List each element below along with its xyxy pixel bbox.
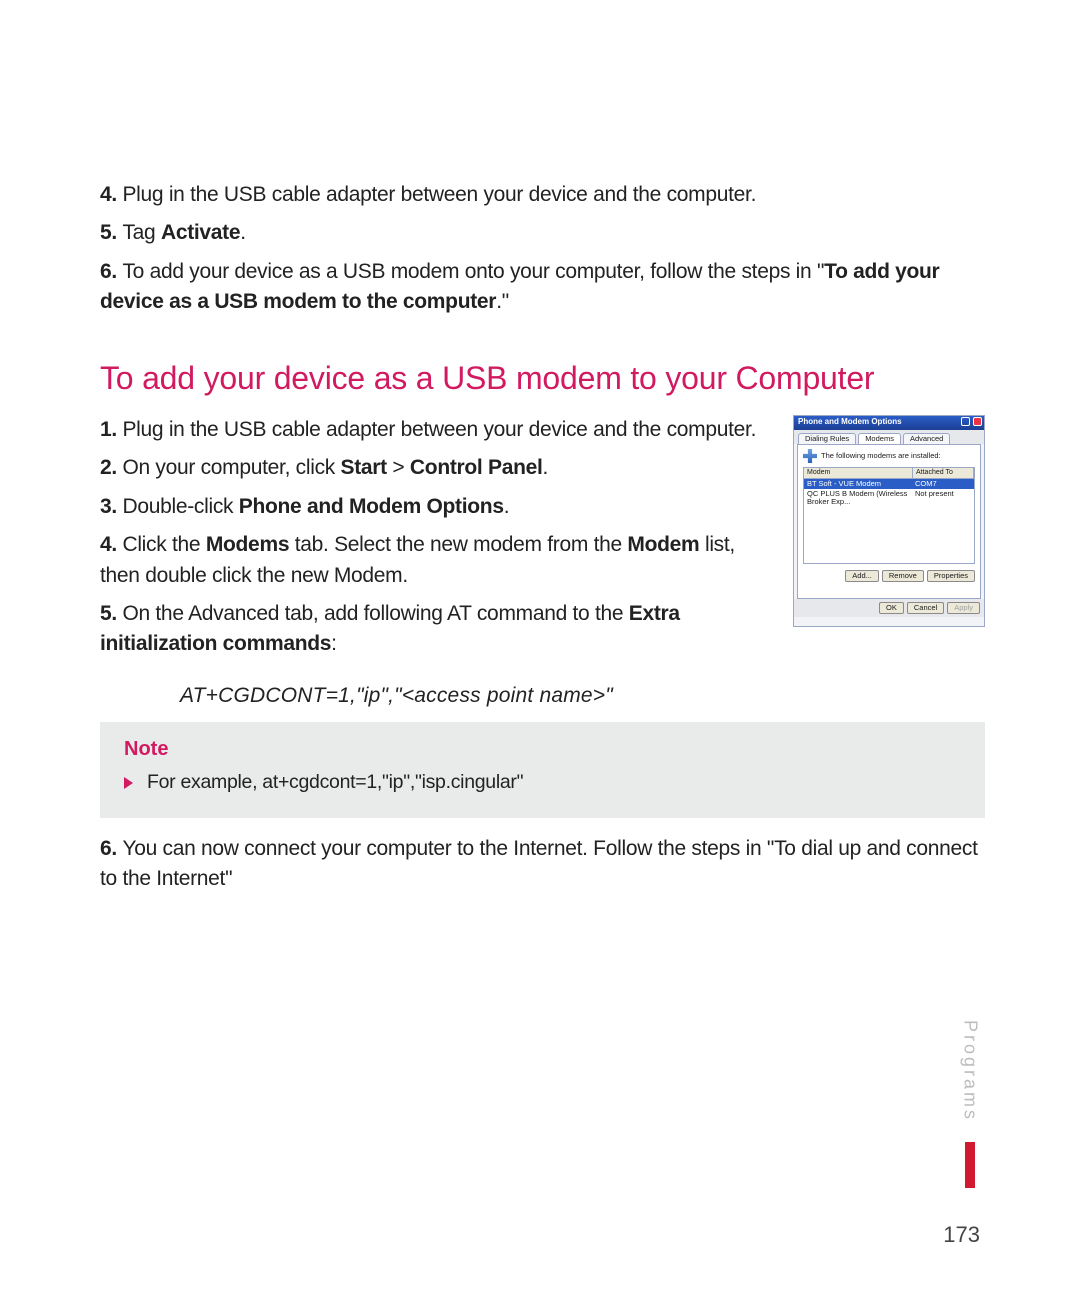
body-text: Tag [122, 221, 161, 244]
body-text: . [543, 456, 549, 479]
note-line: For example, at+cgdcont=1,"ip","isp.cing… [124, 771, 961, 794]
bold-text: Control Panel [410, 456, 543, 479]
item-number: 3. [100, 495, 122, 518]
modem-options-dialog-illustration: Phone and Modem Options Dialing Rules Mo… [793, 415, 985, 627]
item-number: 4. [100, 183, 122, 206]
remove-button: Remove [882, 570, 924, 582]
tab-modems: Modems [858, 433, 901, 444]
close-icon [973, 417, 982, 426]
body-text: On your computer, click [122, 456, 340, 479]
cell: Not present [912, 489, 974, 508]
tab-advanced: Advanced [903, 433, 950, 444]
body-text: : [331, 632, 337, 655]
list-item: 1. Plug in the USB cable adapter between… [100, 415, 773, 445]
properties-button: Properties [927, 570, 975, 582]
item-number: 1. [100, 418, 122, 441]
apply-button: Apply [947, 602, 980, 614]
dialog-title-text: Phone and Modem Options [798, 418, 902, 427]
cancel-button: Cancel [907, 602, 944, 614]
at-command-example: AT+CGDCONT=1,"ip","<access point name>" [180, 684, 985, 708]
item-number: 5. [100, 602, 122, 625]
footer-side: Programs [955, 1020, 985, 1188]
note-text: For example, at+cgdcont=1,"ip","isp.cing… [147, 771, 523, 793]
dialog-body: The following modems are installed: Mode… [797, 444, 981, 599]
list-item: 4. Click the Modems tab. Select the new … [100, 530, 773, 591]
dialog-tabs: Dialing Rules Modems Advanced [794, 430, 984, 444]
body-text: . [240, 221, 246, 244]
bold-text: Modem [627, 533, 699, 556]
steps-list: 1. Plug in the USB cable adapter between… [100, 415, 773, 668]
bold-text: Start [341, 456, 387, 479]
modem-row-selected: BT Soft - VUE Modem COM7 [804, 479, 974, 489]
bold-text: Activate [161, 221, 240, 244]
body-text: tab. Select the new modem from the [289, 533, 627, 556]
section-side-label: Programs [960, 1020, 981, 1122]
dialog-titlebar: Phone and Modem Options [794, 416, 984, 430]
list-item: 5. Tag Activate. [100, 218, 985, 248]
bold-text: Phone and Modem Options [239, 495, 504, 518]
cell: BT Soft - VUE Modem [804, 479, 912, 489]
after-note-step: 6. You can now connect your computer to … [100, 834, 985, 895]
add-button: Add... [845, 570, 879, 582]
page-number: 173 [943, 1222, 980, 1248]
list-item: 6. To add your device as a USB modem ont… [100, 257, 985, 318]
cell: COM7 [912, 479, 974, 489]
top-ordered-list: 4. Plug in the USB cable adapter between… [100, 180, 985, 318]
section-heading: To add your device as a USB modem to you… [100, 360, 985, 397]
list-item: 2. On your computer, click Start > Contr… [100, 453, 773, 483]
item-number: 6. [100, 260, 122, 283]
side-marker [965, 1142, 975, 1188]
manual-page: 4. Plug in the USB cable adapter between… [0, 0, 1080, 1298]
body-text: Double-click [122, 495, 238, 518]
bold-text: Modems [206, 533, 289, 556]
note-box: Note For example, at+cgdcont=1,"ip","isp… [100, 722, 985, 818]
ok-button: OK [879, 602, 904, 614]
body-text: On the Advanced tab, add following AT co… [122, 602, 628, 625]
tab-dialing-rules: Dialing Rules [798, 433, 856, 444]
body-text: Plug in the USB cable adapter between yo… [122, 183, 756, 206]
window-controls [960, 417, 982, 429]
list-item: 5. On the Advanced tab, add following AT… [100, 599, 773, 660]
item-number: 5. [100, 221, 122, 244]
item-number: 2. [100, 456, 122, 479]
modem-list: Modem Attached To BT Soft - VUE Modem CO… [803, 467, 975, 564]
help-icon [961, 417, 970, 426]
body-text: > [387, 456, 410, 479]
body-text: . [504, 495, 510, 518]
list-item: 3. Double-click Phone and Modem Options. [100, 492, 773, 522]
bullet-arrow-icon [124, 777, 133, 789]
body-text: Plug in the USB cable adapter between yo… [122, 418, 756, 441]
body-text: You can now connect your computer to the… [100, 837, 978, 890]
item-number: 4. [100, 533, 122, 556]
col-attached: Attached To [913, 468, 974, 478]
dialog-hint-text: The following modems are installed: [821, 452, 941, 460]
body-text: Click the [122, 533, 205, 556]
list-item: 4. Plug in the USB cable adapter between… [100, 180, 985, 210]
note-title: Note [124, 738, 961, 761]
modem-row: QC PLUS B Modem (Wireless Broker Exp... … [804, 489, 974, 508]
body-text: To add your device as a USB modem onto y… [122, 260, 824, 283]
modem-icon [803, 449, 817, 463]
body-text: ." [496, 290, 509, 313]
item-number: 6. [100, 837, 122, 860]
cell: QC PLUS B Modem (Wireless Broker Exp... [804, 489, 912, 508]
list-item: 6. You can now connect your computer to … [100, 834, 985, 895]
col-modem: Modem [804, 468, 913, 478]
